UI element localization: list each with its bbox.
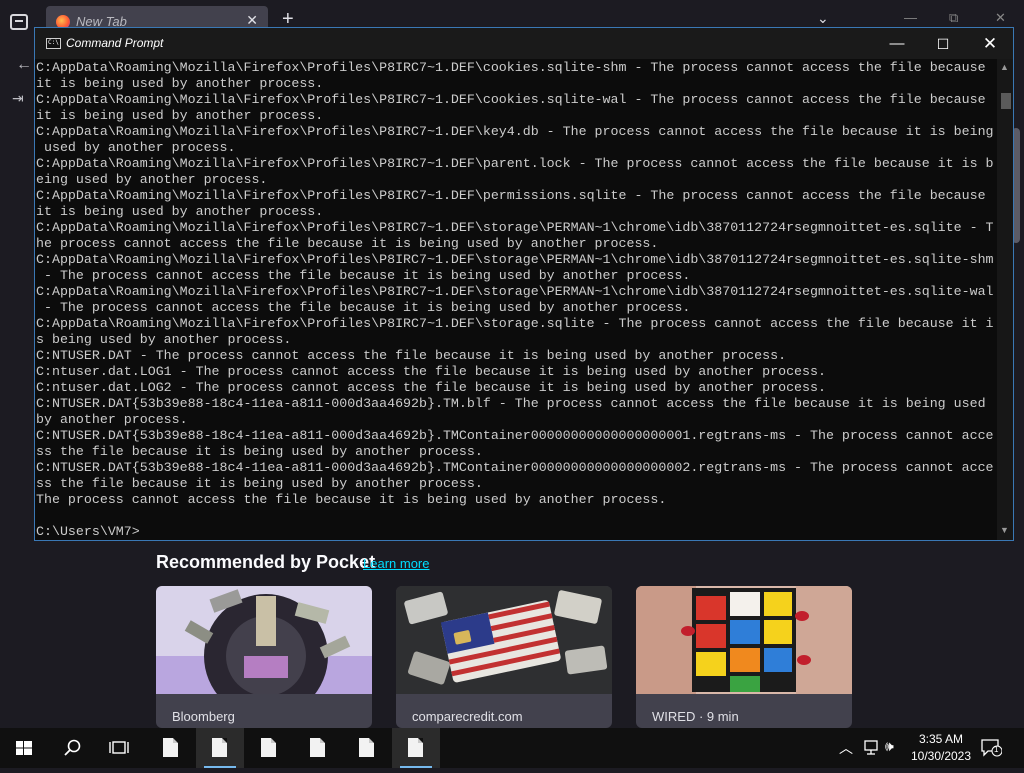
pocket-section: Recommended by Pocket Learn more Bloombe… xyxy=(0,541,1024,728)
cmd-app-icon xyxy=(46,38,61,49)
volume-icon[interactable]: 🕪 xyxy=(885,738,894,755)
taskbar-app[interactable] xyxy=(392,728,440,768)
pocket-card[interactable]: WIRED · 9 min xyxy=(636,586,852,728)
sign-in-icon[interactable]: ⇥ xyxy=(12,90,24,107)
document-icon xyxy=(212,738,227,757)
command-prompt-window[interactable]: Command Prompt — ☐ ✕ C:AppData\Roaming\M… xyxy=(34,27,1014,541)
card-source: Bloomberg xyxy=(172,709,235,724)
console-line: C:AppData\Roaming\Mozilla\Firefox\Profil… xyxy=(36,284,994,299)
cmd-minimize-button[interactable]: — xyxy=(877,33,917,55)
search-icon xyxy=(64,739,81,756)
console-line: C:ntuser.dat.LOG2 - The process cannot a… xyxy=(36,380,826,395)
windows-logo-icon xyxy=(16,741,32,755)
scroll-down-icon[interactable]: ▼ xyxy=(1000,525,1009,535)
console-line: used by another process. xyxy=(36,140,236,155)
pocket-card[interactable]: Bloomberg xyxy=(156,586,372,728)
console-line: C:AppData\Roaming\Mozilla\Firefox\Profil… xyxy=(36,188,986,203)
taskbar-app[interactable] xyxy=(245,728,293,768)
console-line: C:AppData\Roaming\Mozilla\Firefox\Profil… xyxy=(36,316,994,331)
console-line: C:AppData\Roaming\Mozilla\Firefox\Profil… xyxy=(36,156,994,171)
cmd-scrollbar[interactable]: ▲ ▼ xyxy=(997,59,1013,540)
back-icon[interactable]: ← xyxy=(16,56,32,74)
pocket-card[interactable]: comparecredit.com xyxy=(396,586,612,728)
console-line: - The process cannot access the file bec… xyxy=(36,300,691,315)
card-image xyxy=(156,586,372,718)
taskbar-app[interactable] xyxy=(147,728,195,768)
card-image xyxy=(396,586,612,694)
console-line: he process cannot access the file becaus… xyxy=(36,236,659,251)
show-hidden-icons-icon[interactable]: ︿ xyxy=(839,738,853,758)
browser-minimize-button[interactable]: — xyxy=(904,10,917,25)
document-icon xyxy=(310,738,325,757)
console-line: C:AppData\Roaming\Mozilla\Firefox\Profil… xyxy=(36,60,986,75)
console-line: s being used by another process. xyxy=(36,332,292,347)
cmd-console-output[interactable]: C:AppData\Roaming\Mozilla\Firefox\Profil… xyxy=(36,59,997,540)
console-line: ss the file because it is being used by … xyxy=(36,476,483,491)
task-view-button[interactable] xyxy=(96,728,144,768)
network-icon[interactable] xyxy=(862,740,880,756)
task-view-icon xyxy=(109,741,129,754)
document-icon xyxy=(359,738,374,757)
console-line: it is being used by another process. xyxy=(36,108,324,123)
document-icon xyxy=(408,738,423,757)
console-line: C:NTUSER.DAT{53b39e88-18c4-11ea-a811-000… xyxy=(36,428,994,443)
card-source: comparecredit.com xyxy=(412,709,523,724)
console-line: C:NTUSER.DAT - The process cannot access… xyxy=(36,348,787,363)
list-tabs-button[interactable]: ⌄ xyxy=(817,10,829,27)
browser-close-button[interactable]: ✕ xyxy=(995,10,1006,26)
console-line: by another process. xyxy=(36,412,188,427)
console-line: C:NTUSER.DAT{53b39e88-18c4-11ea-a811-000… xyxy=(36,460,994,475)
console-line: ss the file because it is being used by … xyxy=(36,444,483,459)
clock[interactable]: 3:35 AM 10/30/2023 xyxy=(906,731,976,765)
search-button[interactable] xyxy=(48,728,96,768)
document-icon xyxy=(163,738,178,757)
console-line: The process cannot access the file becau… xyxy=(36,492,667,507)
action-center-button[interactable]: 1 xyxy=(980,738,1003,758)
clock-time: 3:35 AM xyxy=(918,732,964,746)
notification-count: 1 xyxy=(994,745,999,754)
clock-date: 10/30/2023 xyxy=(910,749,972,763)
console-line: C:\Users\VM7> xyxy=(36,524,140,539)
console-line: C:AppData\Roaming\Mozilla\Firefox\Profil… xyxy=(36,220,994,235)
taskbar-app[interactable] xyxy=(196,728,244,768)
learn-more-link[interactable]: Learn more xyxy=(363,556,429,571)
console-line: - The process cannot access the file bec… xyxy=(36,268,691,283)
card-image xyxy=(636,586,852,694)
console-line: C:AppData\Roaming\Mozilla\Firefox\Profil… xyxy=(36,124,994,139)
scroll-up-icon[interactable]: ▲ xyxy=(1000,62,1009,72)
pocket-heading: Recommended by Pocket xyxy=(156,552,376,572)
document-icon xyxy=(261,738,276,757)
firefox-view-icon[interactable] xyxy=(10,14,28,30)
console-line: it is being used by another process. xyxy=(36,204,324,219)
cmd-close-button[interactable]: ✕ xyxy=(970,33,1010,55)
taskbar-app[interactable] xyxy=(343,728,391,768)
taskbar-app[interactable] xyxy=(294,728,342,768)
browser-restore-button[interactable]: ⧉ xyxy=(949,10,958,26)
console-line: C:ntuser.dat.LOG1 - The process cannot a… xyxy=(36,364,826,379)
start-button[interactable] xyxy=(0,728,48,768)
cmd-title-bar[interactable]: Command Prompt — ☐ ✕ xyxy=(35,28,1013,59)
console-line: C:AppData\Roaming\Mozilla\Firefox\Profil… xyxy=(36,92,986,107)
taskbar: ︿ 🕪 3:35 AM 10/30/2023 1 xyxy=(0,728,1024,768)
scroll-thumb[interactable] xyxy=(1001,93,1011,109)
console-line: it is being used by another process. xyxy=(36,76,324,91)
cmd-window-title: Command Prompt xyxy=(66,36,164,50)
console-line: C:AppData\Roaming\Mozilla\Firefox\Profil… xyxy=(36,252,994,267)
notification-icon xyxy=(981,739,1003,757)
card-source: WIRED · 9 min xyxy=(652,709,739,724)
console-line: C:NTUSER.DAT{53b39e88-18c4-11ea-a811-000… xyxy=(36,396,986,411)
console-line: eing used by another process. xyxy=(36,172,268,187)
cmd-maximize-button[interactable]: ☐ xyxy=(923,33,963,55)
